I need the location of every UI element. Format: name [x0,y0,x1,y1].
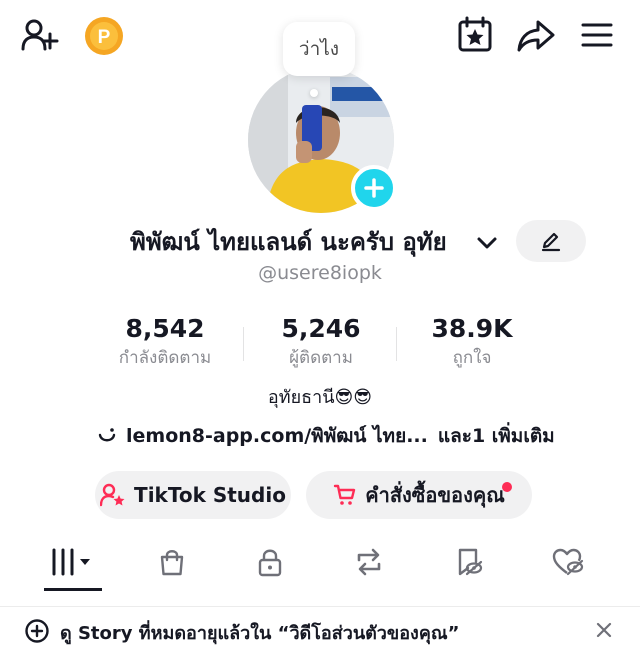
story-add-icon [24,618,50,644]
pencil-icon [541,232,561,252]
story-banner-text: ดู Story ที่หมดอายุแล้วใน “วิดีโอส่วนตัว… [60,623,460,644]
tiktok-studio-label: TikTok Studio [134,483,286,507]
stat-divider [243,327,244,361]
likes-label: ถูกใจ [452,348,492,368]
tiktok-studio-button[interactable]: TikTok Studio [95,471,291,519]
shop-bag-icon [160,550,184,576]
tab-shop[interactable] [140,540,204,584]
story-banner-close-button[interactable] [592,618,616,642]
likes-stat[interactable]: 38.9K ถูกใจ [397,312,547,370]
bio-link[interactable]: lemon8-app.com/พิพัฒน์ ไทย... และ1 เพิ่ม… [96,421,555,451]
likes-count: 38.9K [431,314,513,343]
menu-icon [581,23,613,47]
following-count: 8,542 [125,314,205,343]
menu-button[interactable] [576,16,618,54]
notification-dot [502,482,512,492]
coin-icon: P [85,17,123,55]
active-tab-indicator [44,588,102,591]
tab-liked[interactable] [536,540,600,584]
status-note-text: ว่าไง [298,38,340,60]
your-orders-button[interactable]: คำสั่งซื้อของคุณ [306,471,532,519]
coin-button[interactable]: P [84,16,124,56]
status-note-tail [310,89,318,97]
following-label: กำลังติดตาม [118,348,212,368]
your-orders-label: คำสั่งซื้อของคุณ [365,483,505,507]
svg-text:P: P [98,27,111,48]
plus-icon [364,178,384,198]
status-note-bubble[interactable]: ว่าไง [283,22,355,76]
following-stat[interactable]: 8,542 กำลังติดตาม [90,312,240,370]
tab-private[interactable] [238,540,302,584]
followers-count: 5,246 [281,314,361,343]
bio-link-text: lemon8-app.com/พิพัฒน์ ไทย... [126,425,428,447]
close-icon [596,622,612,638]
followers-stat[interactable]: 5,246 ผู้ติดตาม [246,312,396,370]
add-user-icon [21,19,59,51]
add-story-button[interactable] [351,165,397,211]
bio-link-more[interactable]: และ1 เพิ่มเติม [438,421,555,451]
display-name[interactable]: พิพัฒน์ ไทยแลนด์ นะครับ อุทัย [130,224,447,260]
videos-grid-icon [52,548,90,576]
account-switch-button[interactable] [475,231,499,255]
tab-videos[interactable] [40,540,104,584]
share-icon [517,20,555,52]
smile-link-icon [96,425,118,447]
followers-label: ผู้ติดตาม [289,348,353,368]
add-friend-button[interactable] [20,16,60,54]
repost-icon [357,548,381,576]
calendar-star-icon [458,16,492,52]
liked-heart-icon [552,548,584,576]
events-button[interactable] [456,16,496,54]
cart-icon [333,483,357,507]
tab-reposts[interactable] [337,540,401,584]
username: @usere8iopk [258,262,382,284]
lock-icon [258,549,282,577]
chevron-down-icon [477,237,497,249]
share-profile-button[interactable] [516,16,556,54]
studio-user-star-icon [100,483,126,507]
tab-favorites[interactable] [437,540,501,584]
bio-text: อุทัยธานี😎😎 [267,387,373,408]
favorites-icon [458,548,483,576]
edit-profile-button[interactable] [516,220,586,262]
